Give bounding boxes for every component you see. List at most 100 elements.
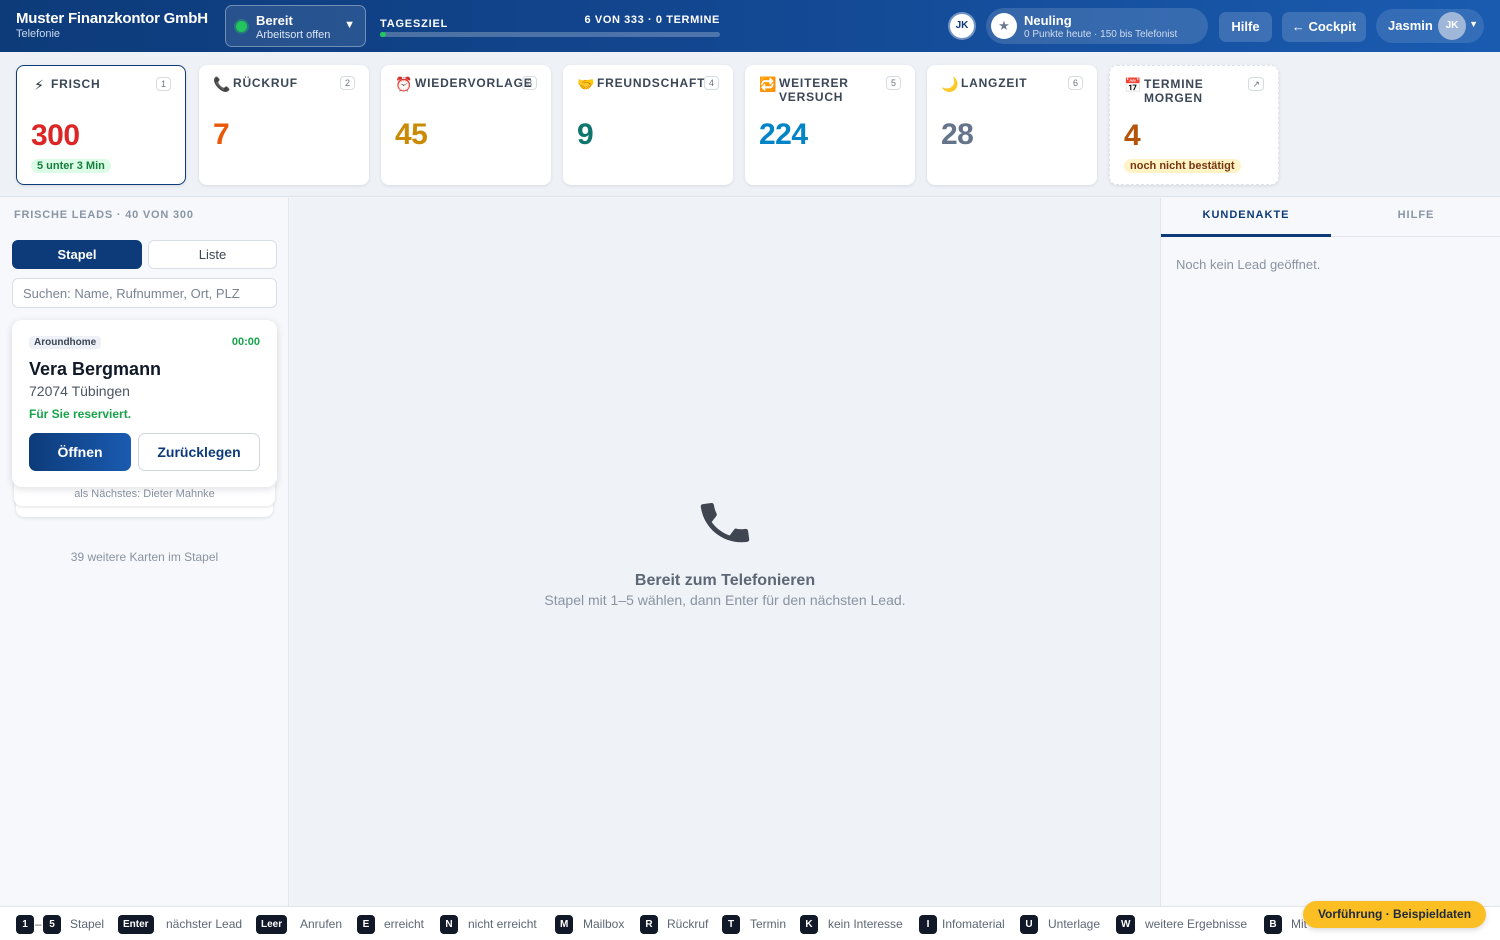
top-bar: Muster Finanzkontor GmbH Telefonie Berei… <box>0 0 1500 52</box>
rank-title: Neuling <box>1024 13 1072 28</box>
shortcut-key: B <box>1264 915 1282 934</box>
shortcut-label: Anrufen <box>300 917 343 931</box>
lead-source-badge: Aroundhome <box>29 336 102 349</box>
category-card-4[interactable]: 🤝 FREUNDSCHAFT 4 9 <box>563 65 733 185</box>
category-card-6[interactable]: 🌙 LANGZEIT 6 28 <box>927 65 1097 185</box>
goal-progress-fill <box>380 32 387 37</box>
card-shortcut-key: 2 <box>340 76 355 90</box>
status-sub: Arbeitsort offen <box>256 29 331 41</box>
category-card-2[interactable]: 📞 RÜCKRUF 2 7 <box>199 65 369 185</box>
card-title: FREUNDSCHAFT <box>597 76 706 90</box>
category-card-5[interactable]: 🔁 WEITERER VERSUCH 5 224 <box>745 65 915 185</box>
card-shortcut-key: 6 <box>1068 76 1083 90</box>
shortcut-key: 5 <box>43 915 61 934</box>
phone-icon: 📞 <box>213 76 231 92</box>
detail-panel: KUNDENAKTE HILFE Noch kein Lead geöffnet… <box>1160 198 1500 906</box>
remaining-cards-note: 39 weitere Karten im Stapel <box>70 550 219 564</box>
card-title: TERMINE MORGEN <box>1144 77 1204 105</box>
card-title: FRISCH <box>51 77 101 91</box>
put-back-button[interactable]: Zurücklegen <box>138 433 260 471</box>
repeat-icon: 🔁 <box>759 76 777 92</box>
lead-card: Aroundhome 00:00 Vera Bergmann 72074 Tüb… <box>12 320 277 487</box>
card-badge: 5 unter 3 Min <box>31 159 111 173</box>
shortcut-key: E <box>357 915 375 934</box>
tab-list[interactable]: Liste <box>148 240 277 269</box>
lead-reserved-note: Für Sie reserviert. <box>29 407 132 421</box>
detail-tabs: KUNDENAKTE HILFE <box>1161 198 1500 237</box>
lead-panel: FRISCHE LEADS · 40 VON 300 Stapel Liste … <box>0 198 289 906</box>
shortcut-label: Termin <box>750 917 787 931</box>
star-icon: ★ <box>991 13 1017 39</box>
card-count: 224 <box>759 118 808 151</box>
card-title: LANGZEIT <box>961 76 1028 90</box>
card-title: RÜCKRUF <box>233 76 298 90</box>
call-workspace: Bereit zum Telefonieren Stapel mit 1–5 w… <box>290 198 1160 906</box>
card-count: 9 <box>577 118 594 151</box>
cockpit-button[interactable]: ← Cockpit <box>1282 12 1366 42</box>
card-count: 28 <box>941 118 974 151</box>
tab-customer-file[interactable]: KUNDENAKTE <box>1161 198 1331 237</box>
shortcut-label: Stapel <box>70 917 105 931</box>
card-badge: noch nicht bestätigt <box>1124 159 1241 173</box>
goal-label: TAGESZIEL <box>380 18 449 30</box>
card-shortcut-key: 3 <box>522 76 537 90</box>
shortcut-range-separator: – <box>35 917 42 931</box>
shortcut-label: Infomaterial <box>942 917 1005 931</box>
status-label: Bereit <box>256 13 293 28</box>
help-button[interactable]: Hilfe <box>1219 12 1272 42</box>
shortcut-label: erreicht <box>384 917 425 931</box>
goal-value: 6 VON 333 · 0 TERMINE <box>584 14 720 26</box>
shortcut-label: Rückruf <box>667 917 709 931</box>
status-dot <box>236 21 247 32</box>
user-menu[interactable]: Jasmin JK ▼ <box>1376 9 1484 43</box>
tab-stack[interactable]: Stapel <box>12 240 142 269</box>
avatar[interactable]: JK <box>950 14 974 38</box>
card-count: 4 <box>1124 119 1141 152</box>
calendar-icon: 📅 <box>1124 77 1142 93</box>
card-count: 300 <box>31 119 80 152</box>
shortcut-key: R <box>640 915 658 934</box>
ready-title: Bereit zum Telefonieren <box>634 572 816 589</box>
category-card-7[interactable]: 📅 TERMINE MORGEN ↗ 4 noch nicht bestätigt <box>1109 65 1279 185</box>
category-card-3[interactable]: ⏰ WIEDERVORLAGE 3 45 <box>381 65 551 185</box>
chevron-down-icon: ▼ <box>344 19 355 31</box>
card-title: WIEDERVORLAGE <box>415 76 533 90</box>
shortcut-bar: 1 5 Stapel Enter nächster Lead Leer Anrufen Eer… <box>0 906 1500 940</box>
lead-timer: 00:00 <box>231 336 260 348</box>
category-card-1[interactable]: ⚡ FRISCH 1 300 5 unter 3 Min <box>16 65 186 185</box>
shortcut-key: U <box>1020 915 1038 934</box>
lead-panel-heading: FRISCHE LEADS · 40 VON 300 <box>14 209 194 221</box>
shortcut-label: weitere Ergebnisse <box>1145 917 1248 931</box>
empty-state-text: Noch kein Lead geöffnet. <box>1176 257 1321 272</box>
shortcut-key: W <box>1116 915 1136 934</box>
shortcut-key: 1 <box>16 915 34 934</box>
next-lead-label: als Nächstes: Dieter Mahnke <box>74 488 215 500</box>
shortcut-key: I <box>919 915 937 934</box>
user-avatar: JK <box>1438 12 1466 40</box>
shortcut-key: Enter <box>118 915 154 934</box>
user-name: Jasmin <box>1388 18 1433 33</box>
shortcut-key: K <box>800 915 818 934</box>
moon-icon: 🌙 <box>941 76 959 92</box>
alarm-clock-icon: ⏰ <box>395 76 413 92</box>
search-input[interactable] <box>12 278 277 308</box>
goal-progress-bar <box>380 32 720 37</box>
shortcut-key: M <box>555 915 574 934</box>
shortcut-key: T <box>722 915 740 934</box>
lightning-icon: ⚡ <box>34 77 44 93</box>
shortcut-label: Mailbox <box>583 917 625 931</box>
shortcut-key: Leer <box>256 915 288 934</box>
tab-help[interactable]: HILFE <box>1331 198 1500 237</box>
card-shortcut-key: ↗ <box>1248 77 1264 91</box>
brand: Muster Finanzkontor GmbH Telefonie <box>16 10 208 40</box>
card-count: 45 <box>395 118 428 151</box>
rank-sub: 0 Punkte heute · 150 bis Telefonist <box>1024 29 1178 40</box>
demo-badge[interactable]: Vorführung · Beispieldaten <box>1303 901 1486 928</box>
card-shortcut-key: 4 <box>704 76 719 90</box>
status-selector[interactable]: Bereit Arbeitsort offen ▼ <box>225 5 366 47</box>
phone-graphic <box>700 502 750 543</box>
open-lead-button[interactable]: Öffnen <box>29 433 131 471</box>
ready-subtitle: Stapel mit 1–5 wählen, dann Enter für de… <box>544 592 906 608</box>
card-count: 7 <box>213 118 230 151</box>
rank-badge[interactable]: ★ Neuling 0 Punkte heute · 150 bis Telef… <box>986 8 1208 44</box>
